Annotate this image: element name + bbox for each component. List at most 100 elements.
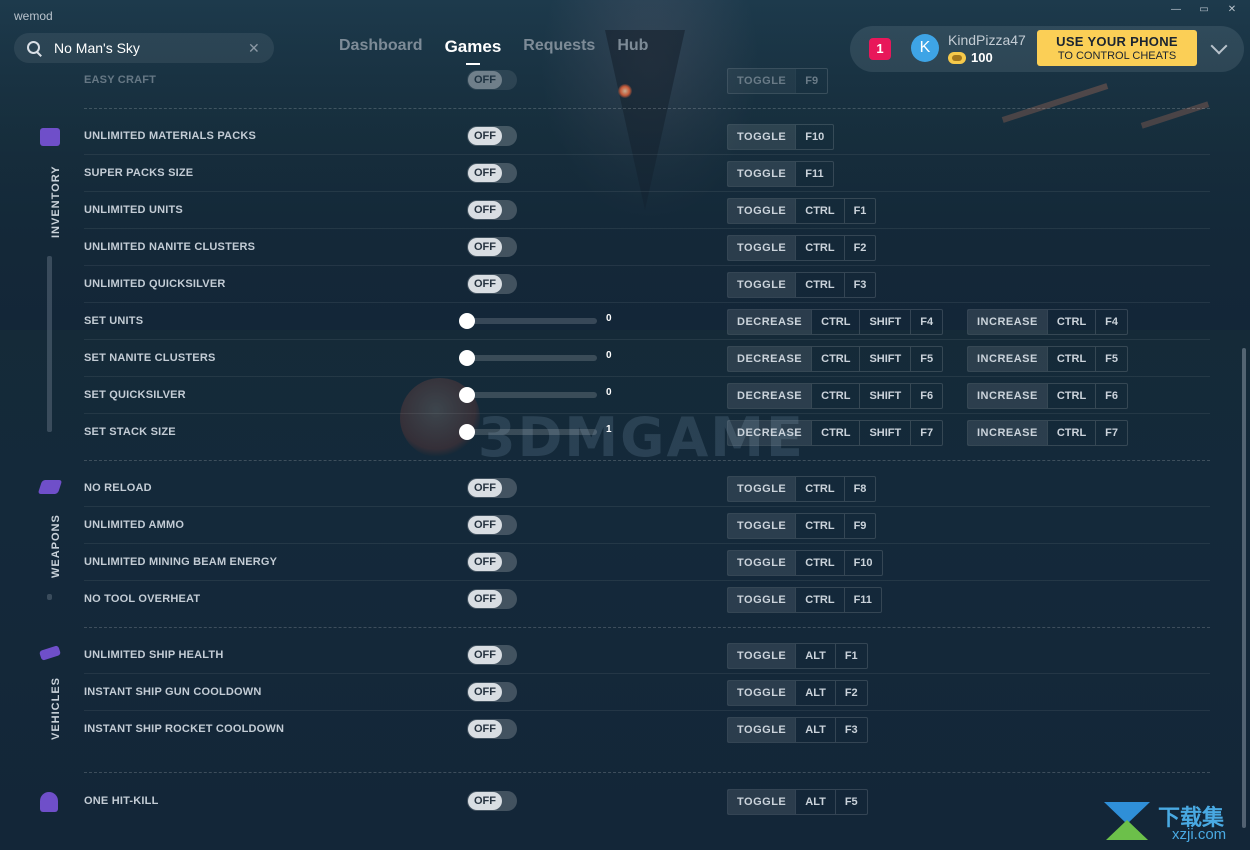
clear-search-icon[interactable]: ✕ — [248, 40, 260, 57]
tab-requests[interactable]: Requests — [523, 37, 595, 57]
cheat-row: SET QUICKSILVER 0 DECREASE CTRL SHIFT F6… — [84, 377, 1210, 414]
hotkey-key: F10 — [843, 551, 882, 575]
hotkey-key: F5 — [834, 790, 867, 814]
hotkey-key: CTRL — [811, 310, 859, 334]
notification-badge[interactable]: 1 — [869, 38, 891, 60]
toggle-state: OFF — [468, 553, 502, 571]
hotkey-action: INCREASE — [968, 310, 1047, 334]
hotkey-action: INCREASE — [968, 384, 1047, 408]
hotkey-key: F1 — [834, 644, 867, 668]
hotkey-increase[interactable]: INCREASE CTRL F6 — [967, 383, 1129, 409]
hotkey-toggle[interactable]: TOGGLE F9 — [727, 68, 829, 94]
cheat-row: SET NANITE CLUSTERS 0 DECREASE CTRL SHIF… — [84, 340, 1210, 377]
window-controls: — ▭ ✕ — [1168, 4, 1240, 15]
cheat-name: INSTANT SHIP ROCKET COOLDOWN — [84, 723, 285, 735]
cheat-toggle[interactable]: OFF — [467, 645, 517, 665]
slider-thumb[interactable] — [459, 313, 475, 329]
slider-thumb[interactable] — [459, 424, 475, 440]
tab-games[interactable]: Games — [445, 37, 501, 65]
close-icon[interactable]: ✕ — [1224, 4, 1240, 15]
cheat-name: UNLIMITED SHIP HEALTH — [84, 649, 224, 661]
cheat-name: INSTANT SHIP GUN COOLDOWN — [84, 686, 262, 698]
hotkey-toggle[interactable]: TOGGLE CTRL F3 — [727, 272, 877, 298]
hotkey-action: TOGGLE — [728, 236, 796, 260]
hotkey-key: F11 — [843, 588, 881, 612]
maximize-icon[interactable]: ▭ — [1196, 4, 1212, 15]
cheat-row: UNLIMITED MINING BEAM ENERGY OFF TOGGLE … — [84, 544, 1210, 581]
cheat-name: ONE HIT-KILL — [84, 795, 159, 807]
hotkey-toggle[interactable]: TOGGLE F10 — [727, 124, 835, 150]
slider-thumb[interactable] — [459, 350, 475, 366]
cheat-name: SET UNITS — [84, 315, 144, 327]
value-slider[interactable] — [459, 387, 597, 403]
hotkey-action: TOGGLE — [728, 681, 796, 705]
hotkey-increase[interactable]: INCREASE CTRL F5 — [967, 346, 1129, 372]
search-icon — [26, 40, 42, 56]
hotkey-increase[interactable]: INCREASE CTRL F4 — [967, 309, 1129, 335]
cheat-toggle[interactable]: OFF — [467, 163, 517, 183]
hotkey-toggle[interactable]: TOGGLE CTRL F8 — [727, 476, 877, 502]
hotkey-toggle[interactable]: TOGGLE ALT F2 — [727, 680, 868, 706]
cheat-toggle[interactable]: OFF — [467, 552, 517, 572]
slider-thumb[interactable] — [459, 387, 475, 403]
cheat-toggle[interactable]: OFF — [467, 791, 517, 811]
hotkey-toggle[interactable]: TOGGLE CTRL F9 — [727, 513, 877, 539]
cheat-toggle[interactable]: OFF — [467, 70, 517, 90]
tab-hub[interactable]: Hub — [617, 37, 648, 57]
hotkey-key: CTRL — [811, 384, 859, 408]
cheat-name: UNLIMITED UNITS — [84, 204, 183, 216]
username[interactable]: KindPizza47 — [948, 32, 1026, 48]
hotkey-toggle[interactable]: TOGGLE CTRL F10 — [727, 550, 883, 576]
tab-dashboard[interactable]: Dashboard — [339, 37, 423, 57]
hotkey-toggle[interactable]: TOGGLE CTRL F11 — [727, 587, 882, 613]
value-slider[interactable] — [459, 424, 597, 440]
cheat-toggle[interactable]: OFF — [467, 682, 517, 702]
hotkey-action: TOGGLE — [728, 69, 796, 93]
hotkey-toggle[interactable]: TOGGLE ALT F1 — [727, 643, 868, 669]
slider-value: 1 — [606, 424, 612, 435]
inventory-box-icon — [40, 128, 60, 146]
hotkey-action: DECREASE — [728, 384, 812, 408]
cheat-row: UNLIMITED UNITS OFF TOGGLE CTRL F1 — [84, 192, 1210, 229]
hotkey-decrease[interactable]: DECREASE CTRL SHIFT F6 — [727, 383, 944, 409]
hotkey-key: CTRL — [795, 477, 843, 501]
hotkey-toggle[interactable]: TOGGLE F11 — [727, 161, 834, 187]
hotkey-decrease[interactable]: DECREASE CTRL SHIFT F5 — [727, 346, 944, 372]
hotkey-action: TOGGLE — [728, 790, 796, 814]
hotkey-key: CTRL — [795, 273, 843, 297]
group-separator — [84, 460, 1210, 461]
hotkey-decrease[interactable]: DECREASE CTRL SHIFT F7 — [727, 420, 944, 446]
cheat-row: INSTANT SHIP GUN COOLDOWN OFF TOGGLE ALT… — [84, 674, 1210, 711]
hotkey-key: SHIFT — [859, 421, 910, 445]
cheat-toggle[interactable]: OFF — [467, 126, 517, 146]
use-phone-button[interactable]: USE YOUR PHONE TO CONTROL CHEATS — [1037, 30, 1197, 66]
cheat-toggle[interactable]: OFF — [467, 589, 517, 609]
hotkey-decrease[interactable]: DECREASE CTRL SHIFT F4 — [727, 309, 944, 335]
cheat-toggle[interactable]: OFF — [467, 237, 517, 257]
cheat-toggle[interactable]: OFF — [467, 478, 517, 498]
hotkey-toggle[interactable]: TOGGLE CTRL F2 — [727, 235, 877, 261]
hotkey-key: CTRL — [811, 347, 859, 371]
cheat-row: UNLIMITED QUICKSILVER OFF TOGGLE CTRL F3 — [84, 266, 1210, 303]
cheat-toggle[interactable]: OFF — [467, 274, 517, 294]
avatar[interactable]: K — [911, 34, 939, 62]
cheat-toggle[interactable]: OFF — [467, 719, 517, 739]
hotkey-key: CTRL — [795, 199, 843, 223]
value-slider[interactable] — [459, 350, 597, 366]
toggle-state: OFF — [468, 238, 502, 256]
hotkey-key: F3 — [843, 273, 876, 297]
hotkey-toggle[interactable]: TOGGLE ALT F5 — [727, 789, 868, 815]
hotkey-key: SHIFT — [859, 310, 910, 334]
minimize-icon[interactable]: — — [1168, 4, 1184, 15]
hotkey-toggle[interactable]: TOGGLE ALT F3 — [727, 717, 868, 743]
scrollbar[interactable] — [1242, 348, 1246, 828]
hotkey-toggle[interactable]: TOGGLE CTRL F1 — [727, 198, 877, 224]
hotkey-increase[interactable]: INCREASE CTRL F7 — [967, 420, 1129, 446]
chevron-down-icon[interactable] — [1210, 37, 1228, 55]
hotkey-key: F9 — [795, 69, 827, 93]
search-input[interactable] — [52, 39, 246, 57]
cheat-toggle[interactable]: OFF — [467, 515, 517, 535]
cheat-toggle[interactable]: OFF — [467, 200, 517, 220]
value-slider[interactable] — [459, 313, 597, 329]
cheat-name: NO RELOAD — [84, 482, 152, 494]
